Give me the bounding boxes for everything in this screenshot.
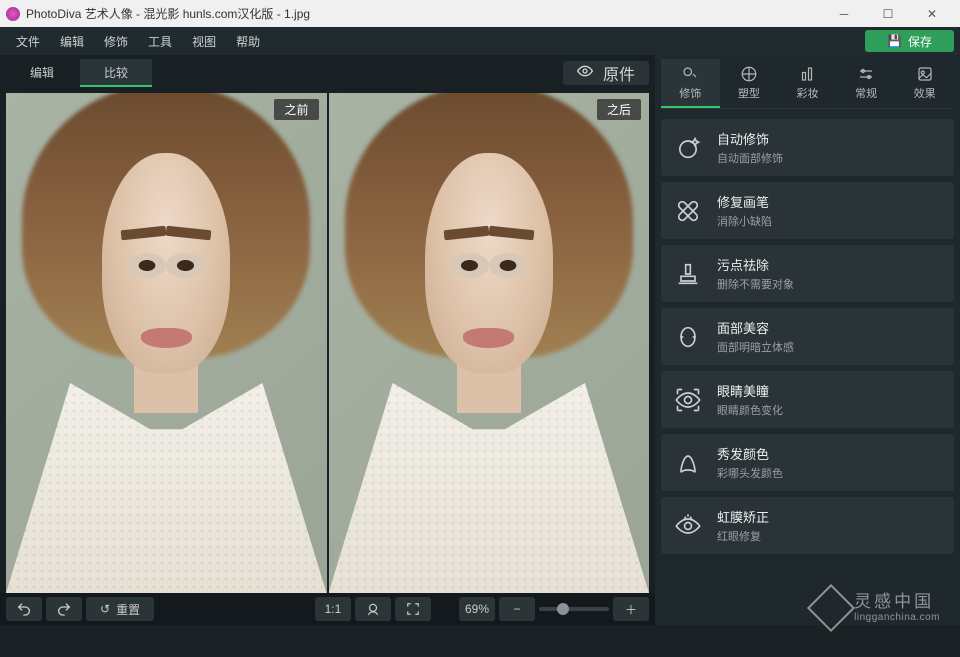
reset-button[interactable]: ↺ 重置: [86, 597, 154, 621]
hair-icon: [673, 448, 703, 478]
bandage-icon: [673, 196, 703, 226]
titlebar: PhotoDiva 艺术人像 - 混光影 hunls.com汉化版 - 1.jp…: [0, 0, 960, 27]
zoom-in-button[interactable]: ＋: [613, 597, 649, 621]
app-logo-icon: [6, 7, 20, 21]
canvas-compare[interactable]: 之前 之后: [6, 93, 649, 593]
close-button[interactable]: ✕: [910, 0, 954, 27]
reset-label: 重置: [116, 601, 140, 618]
tool-iris-fix[interactable]: 虹膜矫正红眼修复: [661, 497, 954, 554]
reset-icon: ↺: [100, 602, 110, 616]
undo-button[interactable]: [6, 597, 42, 621]
zoom-1to1-button[interactable]: 1:1: [315, 597, 351, 621]
fit-screen-button[interactable]: [395, 597, 431, 621]
tool-spot-remove[interactable]: 污点祛除删除不需要对象: [661, 245, 954, 302]
maximize-button[interactable]: ☐: [866, 0, 910, 27]
eye-fix-icon: [673, 511, 703, 541]
tab-compare[interactable]: 比较: [80, 59, 152, 87]
menu-edit[interactable]: 编辑: [50, 33, 94, 50]
tool-category-tabs: 修饰 塑型 彩妆 常规 效果: [661, 59, 954, 109]
menu-retouch[interactable]: 修饰: [94, 33, 138, 50]
show-original-button[interactable]: 原件: [563, 61, 649, 85]
redo-button[interactable]: [46, 597, 82, 621]
before-label: 之前: [274, 99, 318, 120]
save-label: 保存: [908, 33, 932, 50]
tab-effects[interactable]: 效果: [895, 59, 954, 108]
tool-hair-color[interactable]: 秀发颜色彩哪头发颜色: [661, 434, 954, 491]
image-after: 之后: [327, 93, 650, 593]
tool-healing-brush[interactable]: 修复画笔消除小缺陷: [661, 182, 954, 239]
tab-sculpt[interactable]: 塑型: [720, 59, 779, 108]
window-title: PhotoDiva 艺术人像 - 混光影 hunls.com汉化版 - 1.jp…: [26, 5, 822, 22]
face-contour-icon: [673, 322, 703, 352]
right-panel: 修饰 塑型 彩妆 常规 效果 自动修饰自动面部修饰: [655, 55, 960, 625]
eye-icon: [577, 63, 593, 84]
face-detect-button[interactable]: [355, 597, 391, 621]
menubar: 文件 编辑 修饰 工具 视图 帮助 💾 保存: [0, 27, 960, 55]
tool-eye-color[interactable]: 眼睛美瞳眼睛颜色变化: [661, 371, 954, 428]
tool-list: 自动修饰自动面部修饰 修复画笔消除小缺陷 污点祛除删除不需要对象 面部美容面部明…: [661, 119, 954, 554]
zoom-slider[interactable]: [539, 607, 609, 611]
image-before: 之前: [6, 93, 327, 593]
tool-auto-retouch[interactable]: 自动修饰自动面部修饰: [661, 119, 954, 176]
tab-general[interactable]: 常规: [837, 59, 896, 108]
after-label: 之后: [597, 99, 641, 120]
sparkle-face-icon: [673, 133, 703, 163]
tab-makeup[interactable]: 彩妆: [778, 59, 837, 108]
save-button[interactable]: 💾 保存: [865, 30, 954, 52]
save-icon: 💾: [887, 34, 902, 48]
stamp-icon: [673, 259, 703, 289]
menu-view[interactable]: 视图: [182, 33, 226, 50]
zoom-value[interactable]: 69%: [459, 597, 495, 621]
tab-edit[interactable]: 编辑: [6, 59, 78, 87]
tool-face-beauty[interactable]: 面部美容面部明暗立体感: [661, 308, 954, 365]
show-original-label: 原件: [603, 61, 635, 85]
menu-file[interactable]: 文件: [6, 33, 50, 50]
menu-tools[interactable]: 工具: [138, 33, 182, 50]
minimize-button[interactable]: ─: [822, 0, 866, 27]
bottom-toolbar: ↺ 重置 1:1 69% − ＋: [0, 593, 655, 625]
zoom-out-button[interactable]: −: [499, 597, 535, 621]
view-tabs: 编辑 比较 原件: [0, 55, 655, 87]
eye-target-icon: [673, 385, 703, 415]
tab-retouch[interactable]: 修饰: [661, 59, 720, 108]
menu-help[interactable]: 帮助: [226, 33, 270, 50]
